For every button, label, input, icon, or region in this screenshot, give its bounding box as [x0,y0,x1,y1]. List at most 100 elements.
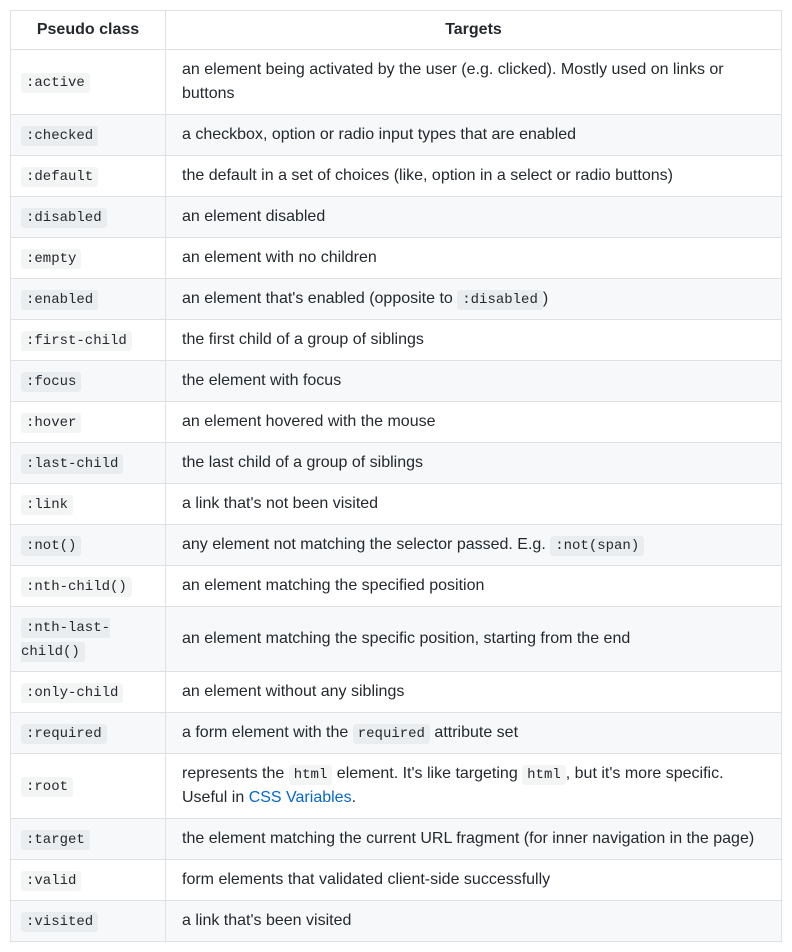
targets-cell: an element with no children [166,238,782,279]
targets-cell: an element matching the specified positi… [166,566,782,607]
pseudo-class-code: :hover [21,413,81,433]
targets-cell: an element being activated by the user (… [166,50,782,115]
desc-text: any element not matching the selector pa… [182,536,550,553]
pseudo-class-cell: :nth-last-child() [11,607,166,672]
pseudo-class-code: :target [21,830,90,850]
pseudo-class-cell: :disabled [11,197,166,238]
pseudo-class-code: :nth-last-child() [21,618,110,662]
targets-cell: a link that's not been visited [166,484,782,525]
pseudo-class-cell: :last-child [11,443,166,484]
pseudo-class-cell: :enabled [11,279,166,320]
pseudo-class-cell: :valid [11,860,166,901]
table-row: :visited a link that's been visited [11,901,782,942]
targets-cell: the default in a set of choices (like, o… [166,156,782,197]
desc-text: form elements that validated client-side… [182,871,550,888]
pseudo-class-code: :disabled [21,208,107,228]
desc-text: a form element with the [182,724,353,741]
pseudo-class-cell: :required [11,713,166,754]
table-header-row: Pseudo class Targets [11,11,782,50]
desc-text: the element with focus [182,372,341,389]
table-row: :first-child the first child of a group o… [11,320,782,361]
targets-cell: an element disabled [166,197,782,238]
pseudo-class-code: :first-child [21,331,132,351]
pseudo-class-code: :required [21,724,107,744]
desc-text: . [352,789,356,806]
desc-text: the element matching the current URL fra… [182,830,754,847]
pseudo-class-code: :valid [21,871,81,891]
table-row: :active an element being activated by the… [11,50,782,115]
pseudo-class-code: :checked [21,126,98,146]
desc-text: represents the [182,765,289,782]
desc-text: an element disabled [182,208,325,225]
desc-text: element. It's like targeting [332,765,522,782]
desc-text: an element with no children [182,249,377,266]
table-row: :focus the element with focus [11,361,782,402]
pseudo-class-cell: :root [11,754,166,819]
pseudo-class-code: :root [21,777,73,797]
pseudo-class-code: :empty [21,249,81,269]
pseudo-class-cell: :first-child [11,320,166,361]
targets-cell: the last child of a group of siblings [166,443,782,484]
table-row: :empty an element with no children [11,238,782,279]
table-row: :link a link that's not been visited [11,484,782,525]
targets-cell: a link that's been visited [166,901,782,942]
table-row: :checked a checkbox, option or radio inpu… [11,115,782,156]
pseudo-class-cell: :empty [11,238,166,279]
targets-cell: any element not matching the selector pa… [166,525,782,566]
table-row: :hover an element hovered with the mouse [11,402,782,443]
desc-text: attribute set [430,724,518,741]
pseudo-class-cell: :not() [11,525,166,566]
inline-code: :not(span) [550,536,644,556]
header-targets: Targets [166,11,782,50]
pseudo-class-code: :nth-child() [21,577,132,597]
targets-cell: the first child of a group of siblings [166,320,782,361]
targets-cell: an element that's enabled (opposite to :… [166,279,782,320]
pseudo-class-cell: :target [11,819,166,860]
table-row: :target the element matching the current … [11,819,782,860]
pseudo-class-cell: :focus [11,361,166,402]
pseudo-class-cell: :default [11,156,166,197]
pseudo-class-cell: :checked [11,115,166,156]
table-row: :enabled an element that's enabled (oppos… [11,279,782,320]
desc-text: an element that's enabled (opposite to [182,290,457,307]
targets-cell: a form element with the required attribu… [166,713,782,754]
pseudo-class-cell: :active [11,50,166,115]
inline-code: required [353,724,430,744]
targets-cell: the element matching the current URL fra… [166,819,782,860]
table-row: :nth-child() an element matching the spec… [11,566,782,607]
desc-text: ) [543,290,548,307]
desc-text: a link that's not been visited [182,495,378,512]
pseudo-class-cell: :nth-child() [11,566,166,607]
table-row: :disabled an element disabled [11,197,782,238]
targets-cell: a checkbox, option or radio input types … [166,115,782,156]
inline-code: html [289,765,333,785]
desc-text: an element without any siblings [182,683,404,700]
inline-code: html [522,765,566,785]
pseudo-class-code: :active [21,73,90,93]
pseudo-class-cell: :visited [11,901,166,942]
targets-cell: form elements that validated client-side… [166,860,782,901]
table-row: :only-child an element without any siblin… [11,672,782,713]
desc-text: a link that's been visited [182,912,351,929]
header-pseudo-class: Pseudo class [11,11,166,50]
pseudo-class-code: :enabled [21,290,98,310]
targets-cell: represents the html element. It's like t… [166,754,782,819]
pseudo-class-code: :only-child [21,683,123,703]
targets-cell: the element with focus [166,361,782,402]
desc-text: an element matching the specified positi… [182,577,484,594]
desc-text: the default in a set of choices (like, o… [182,167,673,184]
pseudo-class-code: :link [21,495,73,515]
desc-text: the first child of a group of siblings [182,331,424,348]
table-row: :not() any element not matching the selec… [11,525,782,566]
desc-text: an element hovered with the mouse [182,413,435,430]
desc-text: an element being activated by the user (… [182,61,724,102]
doc-link[interactable]: CSS Variables [249,789,352,806]
pseudo-class-code: :visited [21,912,98,932]
table-row: :valid form elements that validated clien… [11,860,782,901]
table-row: :default the default in a set of choices … [11,156,782,197]
pseudo-class-cell: :hover [11,402,166,443]
pseudo-class-cell: :only-child [11,672,166,713]
targets-cell: an element hovered with the mouse [166,402,782,443]
pseudo-class-cell: :link [11,484,166,525]
pseudo-class-code: :not() [21,536,81,556]
